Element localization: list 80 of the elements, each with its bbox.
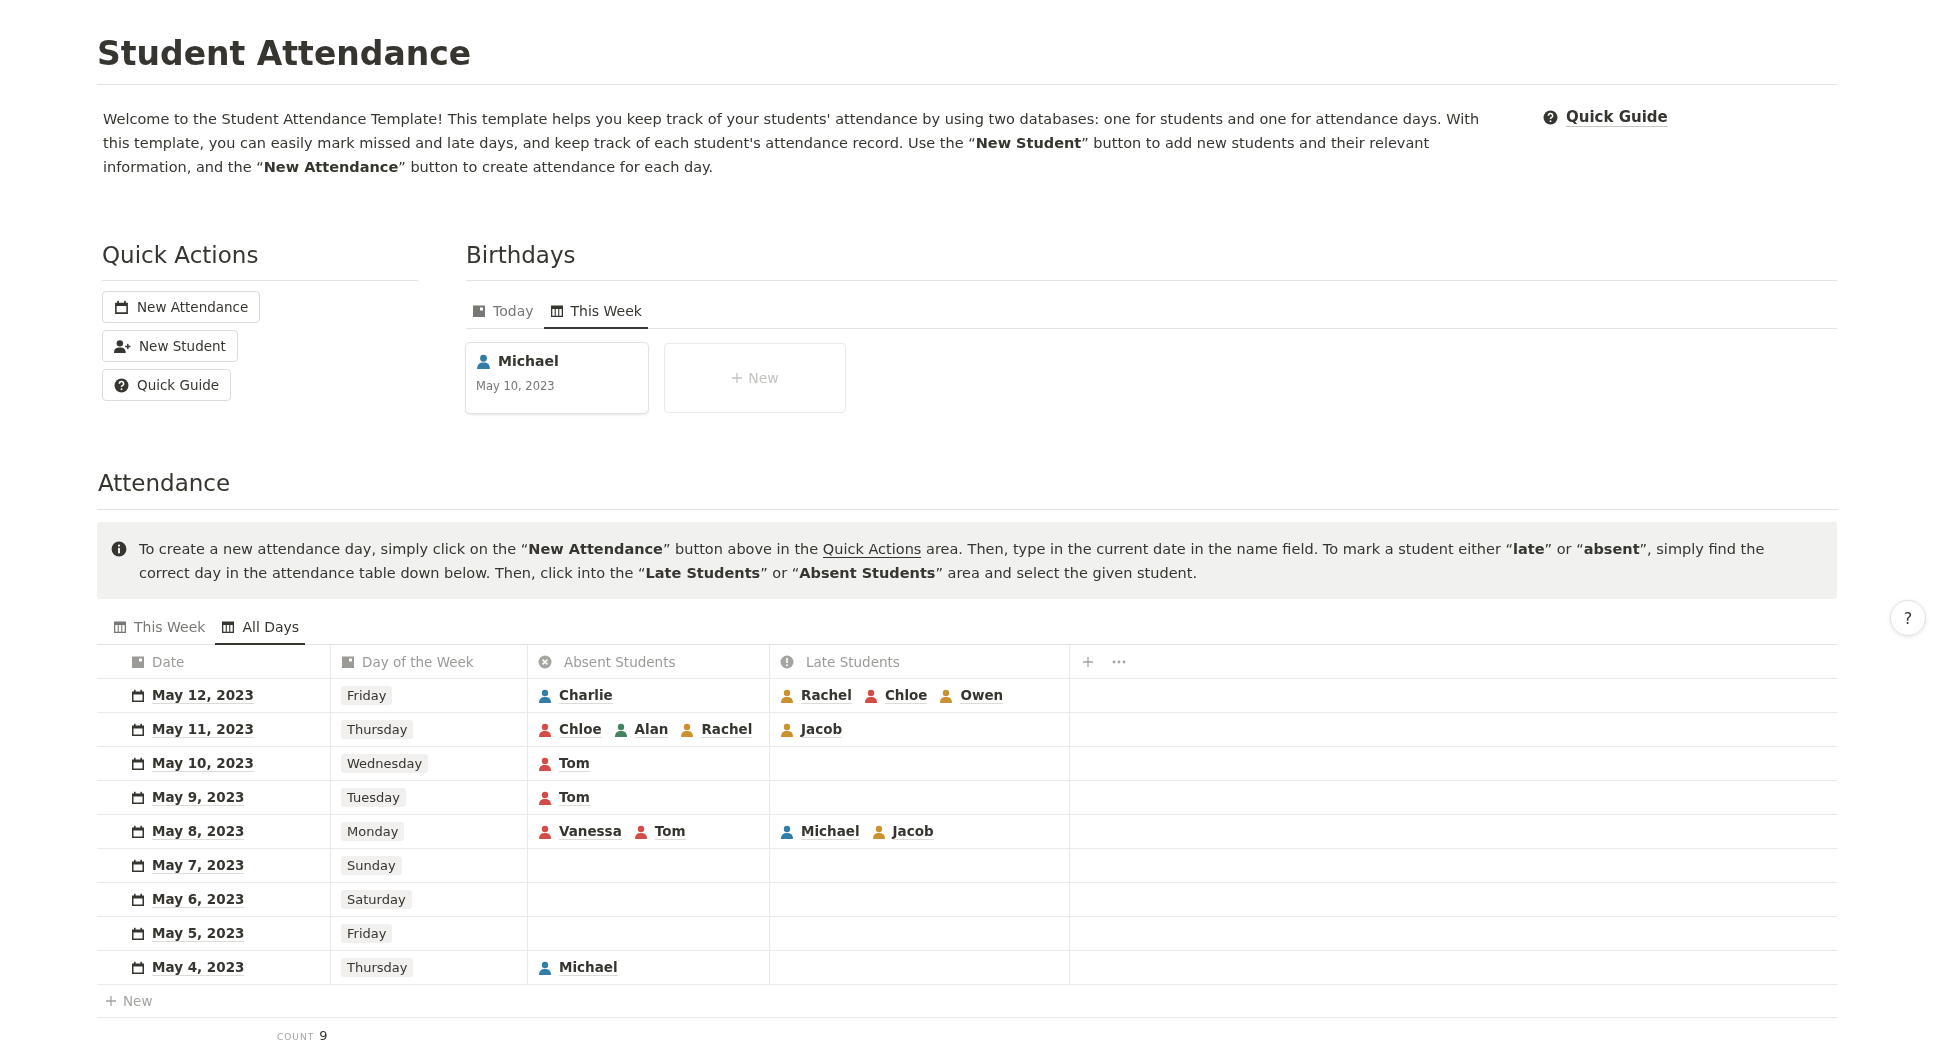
text-link[interactable]: Quick Actions (822, 541, 922, 559)
date-link[interactable]: May 10, 2023 (152, 755, 254, 773)
student-link[interactable]: Rachel (801, 687, 852, 705)
plus-icon (731, 372, 744, 385)
birthday-card[interactable]: Michael May 10, 2023 (466, 343, 648, 414)
calendar-icon (131, 688, 145, 703)
student-link[interactable]: Chloe (559, 721, 602, 739)
calendar-icon (131, 722, 145, 737)
calendar-icon (131, 824, 145, 839)
calendar-icon (472, 304, 486, 319)
plus-icon (105, 995, 117, 1008)
calendar-icon (221, 620, 236, 635)
add-column-icon[interactable] (1082, 655, 1094, 668)
quick-guide-link[interactable]: Quick Guide (1543, 106, 1668, 129)
callout-text: To create a new attendance day, simply click on the “New Attendance” button above in the Quick Actions area. Then, type in the current date in the name field. To mark a student either “late” or “absent”, simply find the correct day in the attendance table down below. Then, click into the “Late Students” or “Absent Students” area and select the given student. (139, 540, 1766, 584)
calendar-icon (131, 756, 145, 771)
day-tag: Wednesday (341, 754, 429, 774)
calendar-icon (131, 654, 145, 669)
date-link[interactable]: May 7, 2023 (152, 857, 245, 875)
calendar-icon (131, 858, 145, 873)
section-heading: Birthdays (466, 240, 577, 270)
intro-paragraph: Welcome to the Student Attendance Template! This template helps you keep track of your students' attendance by using two databases: one for students and one for attendance days. With this template, you can easily mark missed and late days, and keep track of each student's attendance record. Use the “New Student” button to add new students and their relevant information, and the “New Attendance” button to create attendance for each day. (103, 109, 1481, 177)
info-icon (111, 541, 127, 558)
student-link[interactable]: Chloe (884, 687, 928, 705)
calendar-icon (131, 790, 145, 805)
view-tab[interactable]: All Days (215, 611, 306, 646)
date-link[interactable]: May 11, 2023 (152, 721, 254, 739)
action-button[interactable]: New Student (102, 330, 238, 363)
view-tab[interactable]: This Week (107, 611, 212, 646)
student-link[interactable]: Charlie (559, 687, 613, 705)
date-link[interactable]: May 12, 2023 (152, 687, 254, 705)
student-link[interactable]: Michael (559, 959, 618, 977)
x-circle-icon (538, 654, 552, 669)
add-person-icon (114, 339, 131, 354)
calendar-icon (114, 300, 129, 315)
student-link[interactable]: Jacob (801, 721, 843, 739)
section-heading: Attendance (97, 469, 232, 499)
day-tag: Friday (341, 924, 393, 944)
day-tag: Monday (341, 822, 405, 842)
view-tab[interactable]: This Week (543, 295, 648, 330)
section-heading: Quick Actions (102, 240, 260, 270)
page-title: Student Attendance (97, 34, 473, 74)
student-link[interactable]: Tom (654, 823, 686, 841)
date-link[interactable]: May 8, 2023 (152, 823, 245, 841)
day-tag: Sunday (341, 856, 402, 876)
student-link[interactable]: Michael (801, 823, 860, 841)
help-icon (1543, 110, 1558, 126)
exclamation-circle-icon (780, 654, 794, 669)
day-tag: Thursday (341, 720, 414, 740)
date-link[interactable]: May 5, 2023 (152, 925, 245, 943)
day-tag: Tuesday (341, 788, 406, 808)
action-button[interactable]: New Attendance (102, 291, 261, 324)
student-link[interactable]: Vanessa (559, 823, 622, 841)
student-link[interactable]: Owen (960, 687, 1004, 705)
calendar-icon (341, 654, 355, 669)
count-label: COUNT (277, 1032, 315, 1040)
day-tag: Friday (341, 686, 393, 706)
help-icon (114, 378, 129, 393)
help-button[interactable]: ? (1890, 600, 1926, 636)
count-value: 9 (319, 1028, 328, 1040)
date-link[interactable]: May 6, 2023 (152, 891, 245, 909)
calendar-icon (131, 926, 145, 941)
student-link[interactable]: Tom (559, 755, 590, 773)
student-link[interactable]: Alan (634, 721, 669, 739)
view-tab[interactable]: Today (466, 295, 540, 330)
calendar-icon (549, 304, 564, 319)
more-icon[interactable] (1112, 659, 1126, 664)
day-tag: Thursday (341, 958, 414, 978)
action-button[interactable]: Quick Guide (102, 369, 232, 402)
date-link[interactable]: May 9, 2023 (152, 789, 245, 807)
card-date: May 10, 2023 (476, 379, 556, 394)
calendar-icon (131, 960, 145, 975)
calendar-icon (113, 620, 127, 635)
student-link[interactable]: Tom (559, 789, 590, 807)
calendar-icon (131, 892, 145, 907)
card-title: Michael (498, 353, 559, 370)
student-link[interactable]: Jacob (892, 823, 934, 841)
date-link[interactable]: May 4, 2023 (152, 959, 245, 977)
day-tag: Saturday (341, 890, 412, 910)
student-link[interactable]: Rachel (701, 721, 753, 739)
